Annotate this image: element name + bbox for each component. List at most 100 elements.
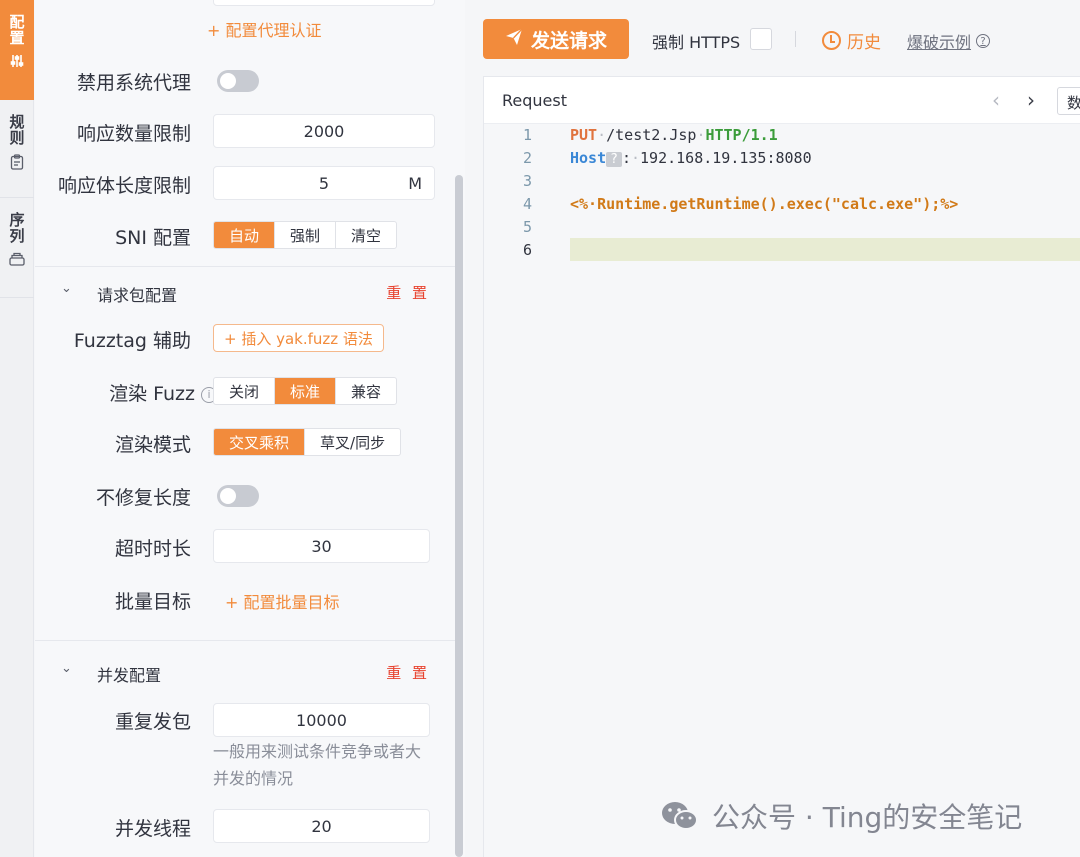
code-line-2: Host?:·192.168.19.135:8080 [570,149,812,167]
concurrency-reset-button[interactable]: 重 置 [386,662,430,683]
sni-row: SNI 配置 自动 强制 清空 [35,220,455,250]
sni-segmented: 自动 强制 清空 [213,221,398,249]
chevron-down-icon: ⌄ [61,281,72,296]
history-label: 历史 [847,33,881,53]
current-line-highlight [570,238,1080,261]
disable-system-proxy-toggle[interactable] [217,70,259,92]
line-number: 1 [522,126,532,144]
layers-icon [9,252,25,269]
response-body-limit-label: 响应体长度限制 [57,175,191,197]
tab-sequence[interactable]: 序列 [0,198,34,298]
disable-system-proxy-row: 禁用系统代理 [35,66,455,94]
sni-option-clear[interactable]: 清空 [336,222,396,248]
settings-scrollbar[interactable] [455,175,463,857]
line-number: 5 [522,218,532,236]
hidden-char-marker: ? [606,152,622,167]
sni-label: SNI 配置 [115,227,191,249]
request-path: /test2.Jsp [606,126,697,144]
vertical-tab-bar: 配置 规则 序列 [0,0,34,857]
request-reset-button[interactable]: 重 置 [386,282,430,303]
chevron-left-icon[interactable]: ‹ [992,88,1000,112]
divider [35,640,455,641]
disable-system-proxy-label: 禁用系统代理 [76,72,191,94]
tab-config-label: 配置 [7,14,26,46]
history-button[interactable]: 历史 [822,28,881,53]
code-line-4: <%·Runtime.getRuntime().exec("calc.exe")… [570,195,959,213]
data-tab[interactable]: 数 [1057,87,1080,115]
tab-rules[interactable]: 规则 [0,100,34,198]
sliders-icon [10,54,24,71]
response-count-value: 2000 [303,121,345,141]
line-number: 6 [522,241,532,259]
proxy-auth-link[interactable]: + 配置代理认证 [207,17,322,41]
repeat-help-text: 一般用来测试条件竞争或者大并发的情况 [213,742,422,788]
divider [35,266,455,267]
request-section-header[interactable]: ⌄ 请求包配置 重 置 [35,273,455,313]
response-count-label: 响应数量限制 [76,123,191,145]
timeout-row: 超时时长 30 [35,528,455,564]
response-body-limit-row: 响应体长度限制 5 M [35,165,455,201]
render-mode-row: 渲染模式 交叉乘积 草叉/同步 [35,427,455,457]
watermark-text: 公众号 · Ting的安全笔记 [712,801,1023,834]
fuzztag-label: Fuzztag 辅助 [73,330,191,352]
proxy-auth-row: + 配置代理认证 [35,17,455,41]
fuzz-example-link[interactable]: 爆破示例 ? [907,29,991,53]
toolbar: 发送请求 强制 HTTPS 历史 爆破示例 ? [466,0,1080,76]
threads-input[interactable]: 20 [213,809,430,843]
render-fuzz-option-compat[interactable]: 兼容 [336,378,396,404]
batch-target-link[interactable]: + 配置批量目标 [225,589,340,613]
header-colon: : [621,149,631,167]
header-name: Host [570,149,607,167]
threads-row: 并发线程 20 [35,808,455,844]
timeout-label: 超时时长 [114,538,191,560]
repeat-row: 重复发包 10000 [35,702,455,738]
send-icon [505,28,523,51]
proxy-input-partial[interactable] [213,0,435,6]
concurrency-section-header[interactable]: ⌄ 并发配置 重 置 [35,653,455,693]
chevron-down-icon: ⌄ [61,661,72,676]
no-fix-length-toggle[interactable] [217,485,259,507]
timeout-input[interactable]: 30 [213,529,430,563]
send-request-button[interactable]: 发送请求 [483,19,629,59]
http-method: PUT [570,126,598,144]
timeout-value: 30 [311,536,332,556]
response-count-row: 响应数量限制 2000 [35,113,455,149]
tab-config[interactable]: 配置 [0,0,34,100]
threads-label: 并发线程 [114,818,191,840]
request-editor: Request ‹ › 数 1 2 3 4 5 6 PUT·/test2.Jsp… [483,76,1080,857]
line-number: 2 [522,149,532,167]
force-https-checkbox[interactable] [750,28,772,50]
line-number: 4 [522,195,532,213]
force-https-label: 强制 HTTPS [652,33,741,52]
render-fuzz-label-wrap: 渲染 Fuzz i [109,379,217,406]
send-request-label: 发送请求 [530,29,607,52]
code-line-1: PUT·/test2.Jsp·HTTP/1.1 [570,126,778,144]
no-fix-length-label: 不修复长度 [95,487,191,509]
render-mode-option-pitchfork[interactable]: 草叉/同步 [305,429,400,455]
response-body-limit-unit: M [408,173,422,193]
batch-target-row: 批量目标 + 配置批量目标 [35,585,455,615]
watermark: 公众号 · Ting的安全笔记 [660,796,1022,836]
concurrency-section-title: 并发配置 [97,666,162,685]
insert-fuzz-button[interactable]: + 插入 yak.fuzz 语法 [213,324,384,352]
tab-rules-label: 规则 [7,114,26,146]
request-section-title: 请求包配置 [97,286,178,305]
render-mode-option-cross[interactable]: 交叉乘积 [214,429,306,455]
render-fuzz-label: 渲染 Fuzz [109,383,195,405]
divider [795,31,796,47]
response-body-limit-input[interactable]: 5 M [213,166,435,200]
chevron-right-icon[interactable]: › [1027,88,1035,112]
sni-option-force[interactable]: 强制 [275,222,337,248]
sni-option-auto[interactable]: 自动 [214,222,276,248]
no-fix-length-row: 不修复长度 [35,481,455,509]
render-fuzz-option-standard[interactable]: 标准 [275,378,337,404]
http-protocol: HTTP/1.1 [705,126,778,144]
response-count-input[interactable]: 2000 [213,114,435,148]
render-fuzz-option-off[interactable]: 关闭 [214,378,276,404]
batch-target-label: 批量目标 [114,591,191,613]
render-fuzz-segmented: 关闭 标准 兼容 [213,377,398,405]
repeat-input[interactable]: 10000 [213,703,430,737]
clock-icon [822,31,841,50]
question-icon: ? [976,34,991,48]
render-mode-label: 渲染模式 [114,434,191,456]
